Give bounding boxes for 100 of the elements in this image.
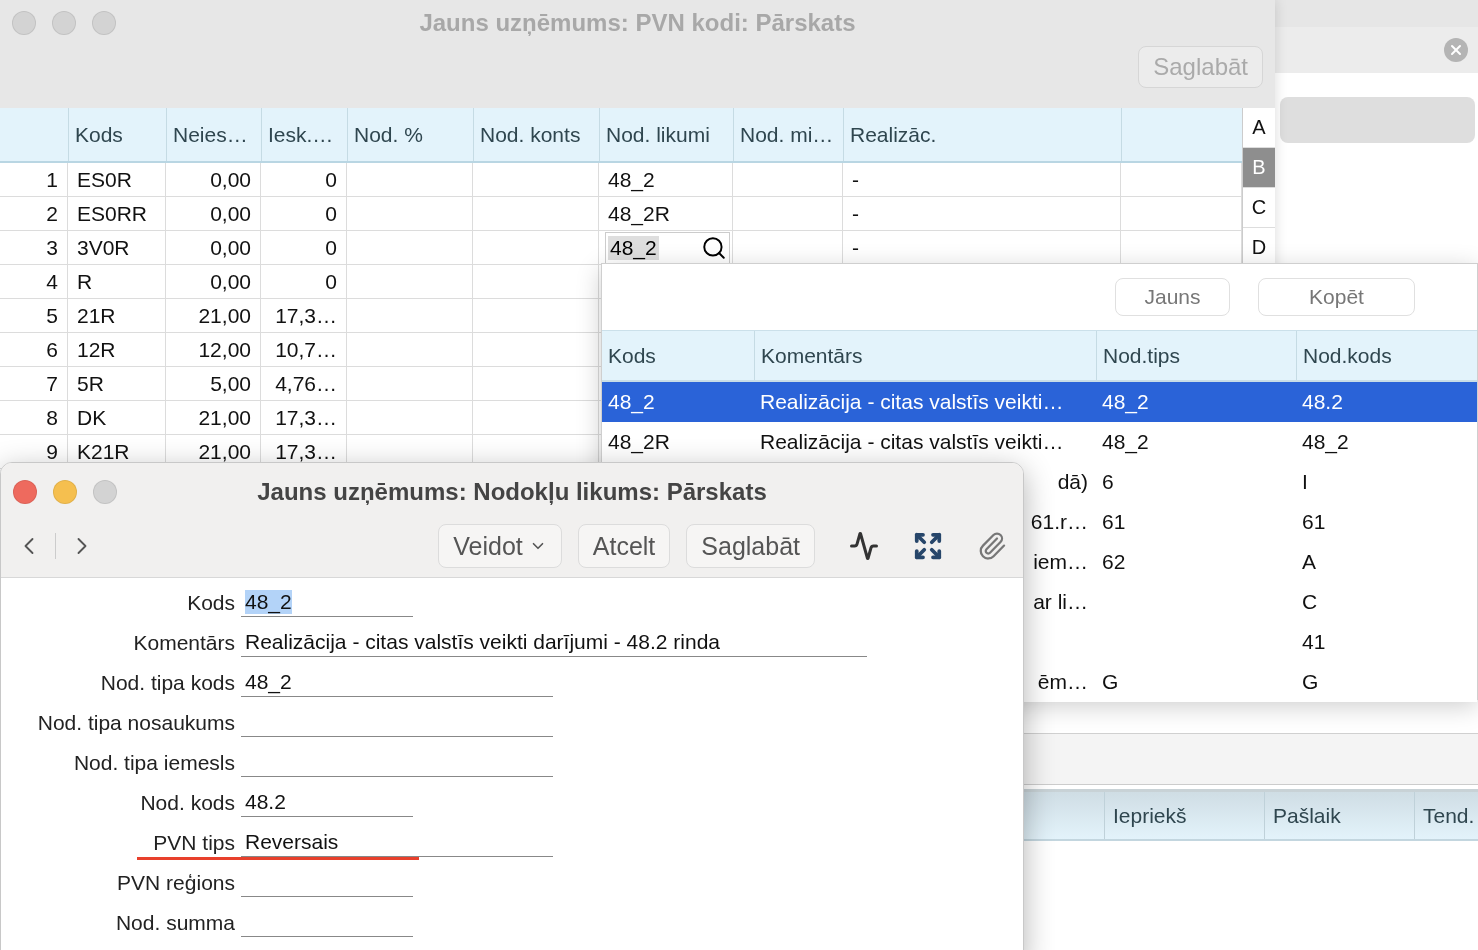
field-label: Kods [186,591,236,616]
input-field[interactable]: 48.2 [241,785,413,817]
table-cell: - [843,163,1121,196]
table-cell: 21R [68,299,166,332]
input-field[interactable]: 48_2 [241,585,413,617]
field-label: Nod. tipa nosaukums [36,711,236,736]
table-cell: 12,00 [166,333,261,366]
table-cell: 17,3… [261,299,347,332]
table-cell: 0,00 [166,231,261,264]
table-cell: 4,76… [261,367,347,400]
table-cell: 48_2 [1102,390,1149,414]
table-cell: ar li… [1033,590,1088,614]
paperclip-icon[interactable] [977,531,1007,561]
window-title: Jauns uzņēmums: PVN kodi: Pārskats [419,9,856,37]
popup-button[interactable]: Jauns [1115,278,1230,316]
table-cell: C [1302,590,1318,614]
column-header[interactable]: Nod. % [347,108,473,161]
table-cell: 48_2 [608,390,655,414]
table-cell: ES0RR [68,197,166,230]
table-cell: Realizācija - citas valstīs veikti… [760,390,1064,414]
input-field[interactable]: Realizācija - citas valstīs veikti darījumi - 48.2 rinda [241,625,867,657]
table-cell: 41 [1302,630,1326,654]
table-cell: Realizācija - citas valstīs veikti… [760,430,1064,454]
table-cell: 3V0R [68,231,166,264]
table-cell: 6 [1102,470,1114,494]
column-header[interactable]: Pašlaik [1264,792,1414,839]
field-label: Nod. summa [114,911,236,936]
toolbar-button[interactable]: Atcelt [577,524,671,568]
table-cell: 5,00 [166,367,261,400]
table-cell: DK [68,401,166,434]
row-number: 6 [0,333,68,366]
table-cell: 48_2R [599,197,733,230]
table-cell: - [843,197,1121,230]
field-label: Nod. kods [139,791,236,816]
expand-icon[interactable] [913,531,943,561]
field-label: PVN reģions [116,871,236,896]
table-cell: 17,3… [261,401,347,434]
row-number: 8 [0,401,68,434]
table-cell: 48_2 [599,163,733,196]
column-header[interactable]: Tend. [1414,792,1478,839]
table-cell: R [68,265,166,298]
index-letter[interactable]: C [1243,188,1275,228]
table-cell: G [1102,670,1119,694]
column-header[interactable]: Nod.tips [1096,331,1296,380]
field-label: Komentārs [132,631,236,656]
column-header[interactable]: Neies… [166,108,261,161]
table-cell: 0 [261,231,347,264]
row-number: 3 [0,231,68,264]
table-cell: 61.r… [1030,510,1088,534]
table-cell: 0 [261,163,347,196]
pulse-icon[interactable] [849,531,879,561]
selected-row[interactable]: 48_2 Realizācija - citas valstīs veikti… 48_2 48.2 [602,382,1477,422]
field-label: Nod. tipa iemesls [72,751,236,776]
table-cell: 12R [68,333,166,366]
column-header[interactable]: Nod. mi… [733,108,843,161]
row-number: 4 [0,265,68,298]
window-control[interactable] [13,480,37,504]
table-cell: 48_2 [1302,430,1349,454]
column-header[interactable]: Kods [68,108,166,161]
table-cell: ES0R [68,163,166,196]
table-cell: 0,00 [166,197,261,230]
table-cell: 5R [68,367,166,400]
table-cell: 0,00 [166,265,261,298]
table-cell: 48_2 [1102,430,1149,454]
row-number: 5 [0,299,68,332]
table-cell: 0 [261,197,347,230]
column-header[interactable]: Iesk.… [261,108,347,161]
table-cell: 10,7… [261,333,347,366]
column-header[interactable]: Komentārs [754,331,1096,380]
table-cell: 0,00 [166,163,261,196]
table-cell: 61 [1102,510,1126,534]
toolbar-button[interactable]: Saglabāt [686,524,815,568]
popup-button[interactable]: Kopēt [1258,278,1415,316]
field-label: PVN tips [152,831,236,856]
column-header[interactable]: Nod.kods [1296,331,1477,380]
table-cell: 61 [1302,510,1326,534]
close-icon[interactable] [1444,38,1468,62]
column-header[interactable]: Kods [602,331,754,380]
table-cell: 21,00 [166,401,261,434]
table-cell: 62 [1102,550,1126,574]
table-cell: A [1302,550,1316,574]
search-icon[interactable] [701,234,727,261]
dropdown-button[interactable]: Veidot [438,524,562,568]
table-cell: 21,00 [166,299,261,332]
table-cell: 48_2R [608,430,670,454]
table-cell: 48.2 [1302,390,1343,414]
table-cell: G [1302,670,1319,694]
table-cell: 0 [261,265,347,298]
table-cell: dā) [1057,470,1088,494]
table-cell: I [1302,470,1308,494]
field-label: Nod. tipa kods [99,671,236,696]
row-number: 1 [0,163,68,196]
cell-editor[interactable]: 48_2 [605,231,730,264]
row-number: 7 [0,367,68,400]
column-header[interactable]: Realizāc. [843,108,1121,161]
input-field[interactable]: 48_2 [241,665,553,697]
column-header[interactable]: Nod. konts [473,108,599,161]
index-letter[interactable]: A [1243,108,1275,148]
column-header[interactable]: Iepriekš [1104,792,1264,839]
column-header[interactable]: Nod. likumi [599,108,733,161]
